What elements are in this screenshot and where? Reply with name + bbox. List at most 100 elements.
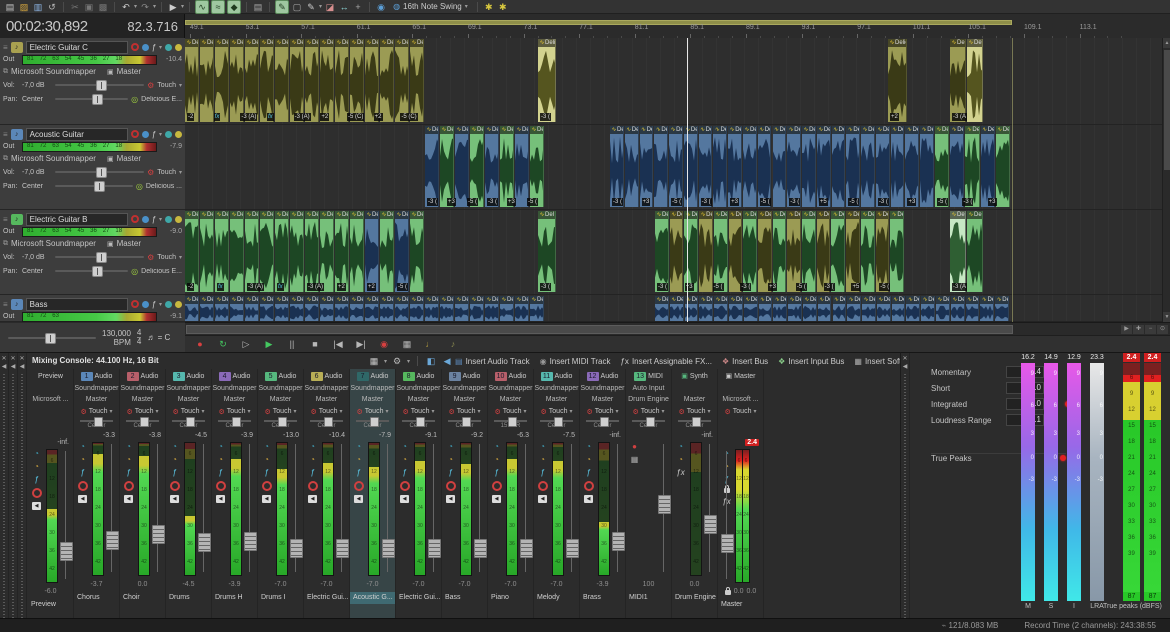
strip-output-route[interactable]: Master: [74, 394, 119, 405]
pan-handle[interactable]: [462, 417, 471, 427]
strip-fader[interactable]: [59, 449, 72, 581]
clip-slice[interactable]: ∿Delic: [320, 211, 334, 292]
clip-slice[interactable]: ∿Delic: [275, 211, 289, 292]
strip-eq-icon[interactable]: ◔: [494, 455, 499, 464]
strip-monitor-icon[interactable]: ◀: [584, 495, 593, 503]
fader-handle[interactable]: [566, 539, 579, 558]
strip-pan-slider[interactable]: [402, 420, 435, 422]
strip-input-route[interactable]: Soundmapper: [580, 383, 625, 394]
fader-handle[interactable]: [704, 515, 717, 534]
pan-slider[interactable]: [55, 98, 128, 100]
cut-icon[interactable]: ✂: [69, 1, 81, 13]
strip-fader[interactable]: [151, 442, 164, 574]
clip-slice[interactable]: ∿Del: [981, 126, 995, 207]
strip-fx-icon[interactable]: ƒ: [356, 468, 360, 477]
mixer-strip-drums-i[interactable]: 5AudioSoundmapperMaster⚙Touch▾Center-13.…: [258, 369, 304, 619]
clip-segment[interactable]: ∿Delic∿Delic∿Delic∿Delic∿Delic∿Delic∿Del…: [185, 211, 365, 292]
pause-button[interactable]: ||: [285, 337, 299, 351]
clip-slice[interactable]: ∿Del: [714, 296, 728, 321]
open-folder-icon[interactable]: ▨: [18, 1, 30, 13]
zoom-out-button[interactable]: −: [1145, 325, 1156, 334]
strip-monitor-icon[interactable]: ◀: [446, 495, 455, 503]
strip-fx-icon[interactable]: ƒ: [540, 468, 544, 477]
dock-handle[interactable]: ✕◀: [0, 353, 9, 619]
clip-slice[interactable]: ∿Del: [670, 296, 684, 321]
strip-fx-icon[interactable]: ƒ: [80, 468, 84, 477]
clip-slice[interactable]: ∿Del: [500, 126, 514, 207]
chevron-down-icon[interactable]: ▾: [109, 408, 112, 415]
collapse-icon[interactable]: ◀: [903, 363, 908, 371]
insert-assignable-fx-button[interactable]: ƒxInsert Assignable FX...: [620, 357, 712, 366]
strip-fx-icon[interactable]: ƒ: [586, 468, 590, 477]
strip-name[interactable]: Piano: [488, 592, 533, 604]
chevron-down-icon[interactable]: ▾: [465, 3, 468, 10]
envelope-fx-icon[interactable]: ◆: [227, 0, 241, 14]
clip-slice[interactable]: ∿Del: [802, 211, 816, 292]
pan-handle[interactable]: [646, 417, 655, 427]
strip-io-icon[interactable]: ◔: [172, 442, 177, 451]
strip-name[interactable]: Bass: [442, 592, 487, 604]
vol-value[interactable]: -7,0 dB: [22, 254, 52, 261]
strip-input-route[interactable]: Auto Input: [626, 383, 671, 394]
automation-mode[interactable]: Touch: [595, 408, 614, 415]
automation-mode[interactable]: Touch: [157, 169, 176, 176]
clip-slice[interactable]: ∿Del: [335, 296, 349, 321]
loop-playback-button[interactable]: ↻: [216, 337, 230, 351]
strip-pan-slider[interactable]: [218, 420, 251, 422]
clip-segment[interactable]: ∿Delic∿Delic-3 (A: [950, 39, 984, 122]
strip-io-icon[interactable]: ◔: [356, 442, 361, 451]
clip-slice[interactable]: ∿Del: [290, 296, 304, 321]
mute-icon[interactable]: [142, 301, 149, 308]
automation-mode[interactable]: Touch: [457, 408, 476, 415]
clip-slice[interactable]: ∿Del: [515, 126, 529, 207]
strip-pan-slider[interactable]: [678, 420, 711, 422]
clip-slice[interactable]: ∿Del: [802, 126, 816, 207]
strip-record-arm-icon[interactable]: ●: [632, 442, 637, 451]
pan-value[interactable]: Center: [22, 96, 52, 103]
pan-value[interactable]: Center: [22, 183, 52, 190]
volume-slider[interactable]: [55, 84, 144, 86]
strip-input-route[interactable]: Soundmapper: [442, 383, 487, 394]
clip-slice[interactable]: ∿Delic: [950, 39, 966, 122]
chevron-down-icon[interactable]: ▾: [159, 131, 162, 138]
clip-slice[interactable]: ∿Delic: [335, 211, 349, 292]
chevron-down-icon[interactable]: ▾: [385, 408, 388, 415]
strip-record-arm-icon[interactable]: [262, 481, 272, 491]
pan-handle[interactable]: [140, 417, 149, 427]
mixer-strip-brass[interactable]: 12AudioSoundmapperMaster⚙Touch▾Center-in…: [580, 369, 626, 619]
strip-record-arm-icon[interactable]: [170, 481, 180, 491]
go-to-end-button[interactable]: ▶|: [354, 337, 368, 351]
dock-handle[interactable]: ✕◀: [9, 353, 18, 619]
scroll-down-button[interactable]: ▼: [1163, 312, 1170, 322]
track-header-electric-guitar-b[interactable]: ≡♪Electric Guitar Bƒ▾Out8172635445362718…: [0, 210, 185, 295]
new-file-icon[interactable]: ▤: [4, 1, 16, 13]
strip-eq-icon[interactable]: ◔: [218, 455, 223, 464]
clip-segment[interactable]: ∿Delic∿Delic∿Delic∿Delic∿Delic∿Delic∿Del…: [185, 39, 425, 122]
clip-slice[interactable]: ∿Del: [410, 211, 424, 292]
chevron-down-icon[interactable]: ▾: [523, 408, 526, 415]
volume-slider[interactable]: [55, 256, 144, 258]
fader-handle[interactable]: [612, 532, 625, 551]
paint-tool-icon[interactable]: ✎: [305, 1, 317, 13]
volume-slider-handle[interactable]: [96, 167, 107, 178]
strip-output-route[interactable]: Master: [212, 394, 257, 405]
strip-fader[interactable]: [611, 442, 624, 574]
key-indicator[interactable]: ♬ = C: [147, 333, 170, 342]
clip-segment[interactable]: ∿Del∿Del∿Del∿Del∿Del-5 (-3 (+3: [935, 126, 1011, 207]
strip-record-arm-icon[interactable]: [124, 481, 134, 491]
redo-icon[interactable]: ↷: [139, 1, 151, 13]
strip-fx-icon[interactable]: ƒ: [310, 468, 314, 477]
strip-eq-icon[interactable]: ◔: [34, 462, 39, 471]
clip-slice[interactable]: ∿Del: [817, 211, 831, 292]
clip-slice[interactable]: ∿Delic: [230, 211, 244, 292]
clip-slice[interactable]: ∿Delic: [967, 39, 983, 122]
strip-fx-icon[interactable]: ƒx: [676, 468, 684, 477]
fader-handle[interactable]: [428, 539, 441, 558]
stop-button[interactable]: ■: [308, 337, 322, 351]
metronome-button[interactable]: ♩: [423, 337, 437, 351]
output-bus[interactable]: Master: [117, 239, 141, 248]
list-editor-icon[interactable]: ▤: [252, 1, 264, 13]
hscroll-thumb[interactable]: [186, 325, 1013, 334]
pan-handle[interactable]: [232, 417, 241, 427]
strip-fx-icon[interactable]: ƒ: [494, 468, 498, 477]
